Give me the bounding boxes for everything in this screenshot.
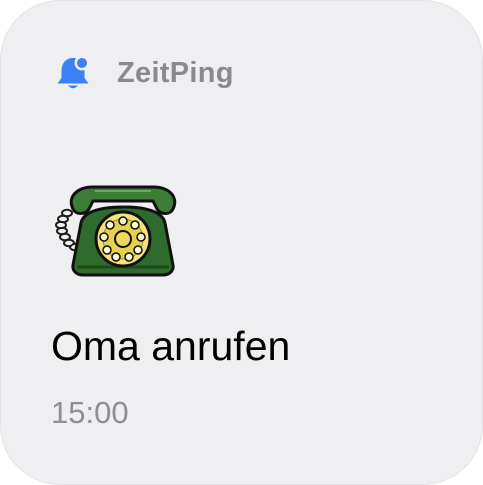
bell-icon [57, 55, 90, 89]
reminder-title: Oma anrufen [51, 323, 291, 369]
reminder-widget[interactable]: ZeitPing Oma anrufen 15:00 [0, 0, 483, 485]
app-name: ZeitPing [117, 56, 234, 89]
widget-header: ZeitPing [53, 53, 234, 93]
reminder-time: 15:00 [51, 395, 129, 430]
telephone-icon [55, 185, 177, 277]
